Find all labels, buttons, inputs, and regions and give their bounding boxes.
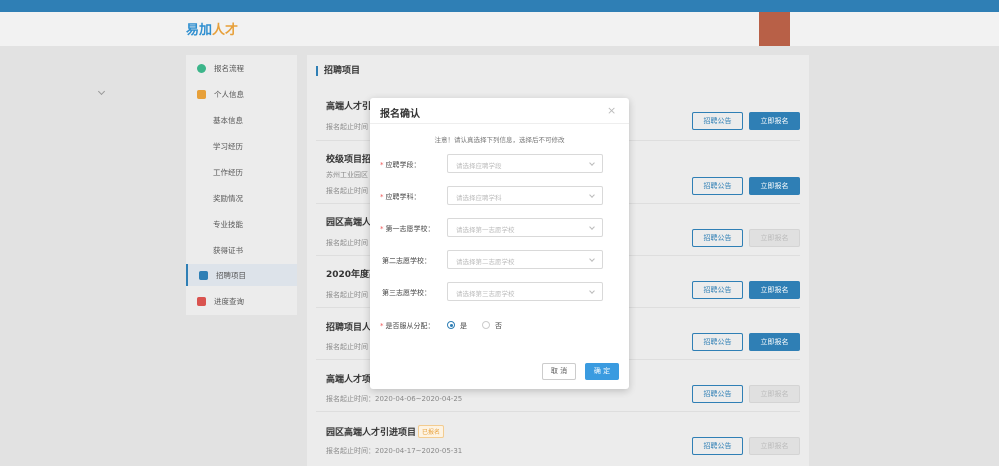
notice-button[interactable]: 招聘公告 — [692, 437, 743, 455]
project-title: 校级项目招 — [326, 155, 372, 165]
notice-button[interactable]: 招聘公告 — [692, 333, 743, 351]
field-label-subject: * 应聘学科： — [380, 193, 421, 201]
registration-confirm-modal: 报名确认 × 注意！请认真选择下列信息，选择后不可修改 * 应聘学段： 请选择应聘… — [370, 98, 629, 389]
field-label-stage: * 应聘学段： — [380, 161, 421, 169]
chevron-down-icon — [589, 224, 595, 230]
apply-button[interactable]: 立即报名 — [749, 333, 800, 351]
project-date: 报名起止时间 — [326, 291, 368, 299]
project-title: 园区高端人才引进项目 — [326, 428, 417, 438]
notice-button[interactable]: 招聘公告 — [692, 229, 743, 247]
divider — [370, 123, 629, 124]
sidebar-item-certificates[interactable]: 获得证书 — [213, 245, 243, 256]
project-title: 高端人才项 — [326, 375, 372, 385]
user-icon — [197, 89, 206, 99]
sidebar-item-education[interactable]: 学习经历 — [213, 141, 243, 152]
project-date: 报名起止时间 — [326, 187, 368, 195]
sidebar-item-process[interactable]: 报名流程 — [186, 57, 297, 79]
apply-button[interactable]: 立即报名 — [749, 177, 800, 195]
sidebar-item-personal-info[interactable]: 个人信息 — [186, 83, 297, 105]
stage-select[interactable]: 请选择应聘学段 — [447, 154, 603, 173]
modal-note: 注意！请认真选择下列信息，选择后不可修改 — [434, 136, 565, 144]
notice-button[interactable]: 招聘公告 — [692, 281, 743, 299]
search-icon — [197, 296, 206, 306]
chevron-down-icon — [589, 192, 595, 198]
sidebar-item-skills[interactable]: 专业技能 — [213, 219, 243, 230]
field-label-obey: * 是否服从分配： — [380, 322, 435, 330]
sidebar-item-basic-info[interactable]: 基本信息 — [213, 115, 243, 126]
field-label-first-choice: * 第一志愿学校： — [380, 225, 435, 233]
field-label-third-choice: 第三志愿学校： — [382, 289, 431, 297]
process-icon — [197, 63, 206, 73]
chevron-down-icon — [589, 256, 595, 262]
first-choice-select[interactable]: 请选择第一志愿学校 — [447, 218, 603, 237]
sidebar-item-label: 进度查询 — [214, 296, 244, 306]
project-title: 高端人才引 — [326, 102, 372, 112]
radio-no[interactable] — [482, 321, 490, 329]
apply-button[interactable]: 立即报名 — [749, 281, 800, 299]
project-date: 报名起止时间：2020-04-06~2020-04-25 — [326, 395, 463, 403]
select-placeholder: 请选择应聘学段 — [456, 162, 502, 170]
header — [0, 12, 999, 46]
cancel-button[interactable]: 取 消 — [542, 363, 576, 380]
project-title: 招聘项目人 — [326, 323, 372, 333]
project-date: 报名起止时间：2020-04-17~2020-05-31 — [326, 447, 463, 455]
logo[interactable]: 易加人才 — [186, 19, 238, 38]
select-placeholder: 请选择第三志愿学校 — [456, 290, 515, 298]
project-date: 报名起止时间 — [326, 239, 368, 247]
notice-button[interactable]: 招聘公告 — [692, 177, 743, 195]
select-placeholder: 请选择第一志愿学校 — [456, 226, 515, 234]
chevron-down-icon — [589, 288, 595, 294]
logo-part2: 人才 — [212, 23, 239, 38]
sidebar-item-label: 报名流程 — [214, 63, 244, 73]
sidebar-item-progress[interactable]: 进度查询 — [186, 290, 297, 312]
list-icon — [199, 270, 208, 280]
field-label-second-choice: 第二志愿学校： — [382, 257, 431, 265]
logo-part1: 易加 — [186, 23, 213, 38]
sidebar-item-label: 招聘项目 — [216, 270, 246, 280]
sidebar-item-awards[interactable]: 奖励情况 — [213, 193, 243, 204]
radio-yes-label[interactable]: 是 — [460, 321, 467, 331]
select-placeholder: 请选择第二志愿学校 — [456, 258, 515, 266]
third-choice-select[interactable]: 请选择第三志愿学校 — [447, 282, 603, 301]
modal-title: 报名确认 — [380, 109, 420, 120]
sidebar-item-work[interactable]: 工作经历 — [213, 167, 243, 178]
top-bar — [0, 0, 999, 12]
project-date: 报名起止时间 — [326, 123, 368, 131]
apply-button-disabled: 立即报名 — [749, 437, 800, 455]
radio-no-label[interactable]: 否 — [495, 321, 502, 331]
notice-button[interactable]: 招聘公告 — [692, 112, 743, 130]
project-title: 园区高端人 — [326, 218, 372, 228]
chevron-down-icon — [589, 160, 595, 166]
select-placeholder: 请选择应聘学科 — [456, 194, 502, 202]
project-date: 报名起止时间 — [326, 343, 368, 351]
confirm-button[interactable]: 确 定 — [585, 363, 619, 380]
radio-yes[interactable] — [447, 321, 455, 329]
apply-button-disabled: 立即报名 — [749, 229, 800, 247]
second-choice-select[interactable]: 请选择第二志愿学校 — [447, 250, 603, 269]
notice-button[interactable]: 招聘公告 — [692, 385, 743, 403]
divider — [316, 411, 800, 412]
status-badge: 已报名 — [418, 425, 445, 438]
apply-button[interactable]: 立即报名 — [749, 112, 800, 130]
close-icon[interactable]: × — [607, 104, 616, 117]
project-subtitle: 苏州工业园区 — [326, 171, 368, 179]
apply-button-disabled: 立即报名 — [749, 385, 800, 403]
sidebar-item-label: 个人信息 — [214, 89, 244, 99]
avatar[interactable] — [759, 12, 790, 46]
subject-select[interactable]: 请选择应聘学科 — [447, 186, 603, 205]
sidebar-item-recruit-projects[interactable]: 招聘项目 — [186, 264, 297, 286]
page-title: 招聘项目 — [316, 66, 360, 76]
